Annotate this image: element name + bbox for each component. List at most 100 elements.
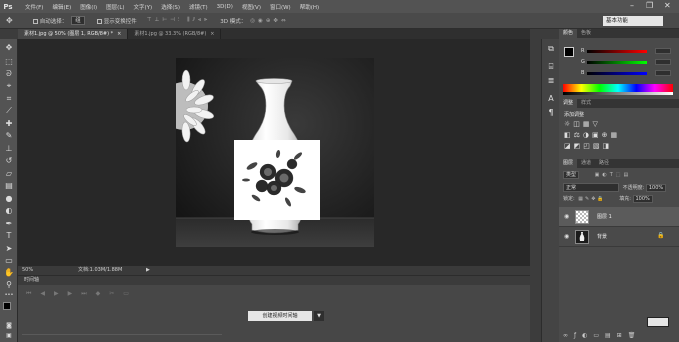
document-canvas[interactable] — [160, 58, 374, 247]
checkbox-box[interactable] — [96, 18, 102, 24]
layer-bottom-icons[interactable]: ∞ƒ◐▭▤⊞🗑 — [563, 332, 641, 339]
healing-brush-icon[interactable]: ✚ — [3, 119, 15, 128]
gradient-icon[interactable]: ▤ — [3, 181, 15, 190]
pen-tool-icon[interactable]: ✒ — [3, 219, 15, 228]
menu-file[interactable]: 文件(F) — [25, 3, 43, 11]
layer-thumbnail — [575, 230, 589, 244]
eraser-icon[interactable]: ▱ — [3, 169, 15, 178]
tab-adjustments[interactable]: 调整 — [559, 99, 578, 108]
layer-row-2[interactable]: ◉ 背景 🔒 — [559, 227, 679, 247]
restore-icon[interactable]: ❐ — [646, 1, 653, 10]
tab-document-2[interactable]: 素材1.jpg @ 33.3% (RGB/8#) × — [128, 29, 222, 39]
character-icon[interactable]: ⌸ — [545, 61, 557, 73]
fill-field[interactable]: 100% — [632, 195, 653, 203]
green-value-field[interactable] — [655, 59, 671, 65]
menu-filter[interactable]: 滤镜(T) — [189, 3, 208, 11]
red-track[interactable] — [587, 50, 647, 53]
zoom-tool-icon[interactable]: ⚲ — [3, 280, 15, 289]
minimize-icon[interactable]: – — [630, 1, 634, 10]
tab-styles[interactable]: 样式 — [577, 99, 595, 108]
opacity-field[interactable]: 100% — [645, 184, 667, 192]
tab-paths[interactable]: 路径 — [595, 159, 613, 168]
create-video-timeline-button[interactable]: 创建视频时间轴 — [248, 311, 312, 321]
lock-icons[interactable]: ▦✎✥🔒 — [578, 196, 605, 202]
floral-pattern-layer[interactable] — [234, 140, 320, 220]
hand-tool-icon[interactable]: ✋ — [3, 268, 15, 277]
tab-label: 素材1.jpg @ 33.3% (RGB/8#) — [134, 31, 207, 37]
type-tool-icon[interactable]: T — [3, 231, 15, 240]
chevron-right-icon[interactable]: ▶ — [146, 266, 150, 275]
history-brush-icon[interactable]: ↺ — [3, 156, 15, 165]
eye-icon[interactable]: ◉ — [564, 213, 569, 220]
align-icons[interactable]: ⊤⊥⊢⊣⫶ ⫼⫽⫷⫸ — [147, 17, 210, 24]
fill-label: 填充: — [619, 196, 631, 202]
layer-kind-dropdown[interactable]: 类型 — [563, 171, 580, 179]
menu-layer[interactable]: 图层(L) — [106, 3, 124, 11]
zoom-level[interactable]: 50% — [22, 266, 33, 275]
menu-type[interactable]: 文字(Y) — [134, 3, 153, 11]
layer-filter-icons[interactable]: ▣◐T⬚▤ — [595, 172, 632, 178]
more-tools-icon[interactable]: ••• — [3, 291, 15, 300]
auto-select-dropdown[interactable]: 组 — [71, 16, 85, 25]
menu-image[interactable]: 图像(I) — [80, 3, 97, 11]
playback-controls-icons[interactable]: ⏮◀▶▶⏭◆✂▭ — [26, 290, 138, 298]
menu-3d[interactable]: 3D(D) — [217, 4, 233, 10]
history-icon[interactable]: ⧉ — [545, 43, 557, 55]
menu-select[interactable]: 选择(S) — [161, 3, 180, 11]
eye-icon[interactable]: ◉ — [564, 233, 569, 240]
adjustment-icons-row-1[interactable]: ☼◫▦▽ — [564, 120, 601, 128]
foreground-color-swatch[interactable] — [3, 302, 11, 310]
foreground-color-swatch[interactable] — [564, 47, 574, 57]
clone-stamp-icon[interactable]: ⊥ — [3, 144, 15, 153]
move-tool-icon[interactable]: ✥ — [3, 43, 15, 52]
close-icon[interactable]: ✕ — [664, 1, 671, 10]
tab-document-1[interactable]: 素材1.jpg @ 50% (图层 1, RGB/8#) * × — [18, 29, 129, 39]
marquee-tool-icon[interactable]: ⬚ — [3, 57, 15, 66]
blend-mode-dropdown[interactable]: 正常 — [563, 183, 619, 192]
red-value-field[interactable] — [655, 48, 671, 54]
brush-tool-icon[interactable]: ✎ — [3, 131, 15, 140]
menu-help[interactable]: 帮助(H) — [300, 3, 319, 11]
adjustment-icons-row-3[interactable]: ◪◩◰▧◨ — [564, 142, 612, 150]
menu-view[interactable]: 视图(V) — [242, 3, 261, 11]
red-slider[interactable]: R — [581, 48, 677, 54]
show-transform-label: 显示变换控件 — [103, 18, 137, 25]
path-select-icon[interactable]: ➤ — [3, 244, 15, 253]
blue-slider[interactable]: B — [581, 70, 677, 76]
blur-icon[interactable]: ● — [3, 194, 15, 203]
close-icon[interactable]: × — [117, 31, 121, 37]
layer-row-1[interactable]: ◉ 图层 1 — [559, 207, 679, 227]
chevron-down-icon[interactable]: ▼ — [314, 311, 324, 321]
tab-color[interactable]: 颜色 — [559, 29, 578, 38]
quick-mask-icon[interactable]: ◙ — [3, 321, 15, 330]
tab-swatches[interactable]: 色板 — [577, 29, 595, 38]
menu-edit[interactable]: 编辑(E) — [52, 3, 71, 11]
blue-track[interactable] — [587, 72, 647, 75]
paragraph-mark-icon[interactable]: ¶ — [545, 107, 557, 119]
tab-layers[interactable]: 图层 — [559, 159, 578, 168]
shape-tool-icon[interactable]: ▭ — [3, 256, 15, 265]
lasso-tool-icon[interactable]: ᘐ — [3, 69, 15, 78]
green-track[interactable] — [587, 61, 647, 64]
grayscale-ramp[interactable] — [563, 92, 673, 95]
screen-mode-icon[interactable]: ▣ — [3, 331, 15, 340]
blue-value-field[interactable] — [655, 70, 671, 76]
dodge-icon[interactable]: ◐ — [3, 206, 15, 215]
menu-window[interactable]: 窗口(W) — [270, 3, 291, 11]
green-slider[interactable]: G — [581, 59, 677, 65]
3d-mode-icons[interactable]: ◎◉⊕✥⇔ — [250, 18, 288, 24]
close-icon[interactable]: × — [210, 31, 214, 37]
show-transform-checkbox[interactable]: 显示变换控件 — [96, 17, 137, 25]
quick-select-icon[interactable]: ⌖ — [3, 81, 15, 90]
checkbox-box[interactable] — [32, 18, 38, 24]
adjustment-icons-row-2[interactable]: ◧⚖◑▣⊕▦ — [564, 131, 620, 139]
move-tool-preset-icon[interactable]: ✥ — [6, 16, 13, 25]
paragraph-icon[interactable]: ≣ — [545, 75, 557, 87]
auto-select-checkbox[interactable]: 自动选择： — [32, 17, 67, 25]
tab-channels[interactable]: 通道 — [577, 159, 595, 168]
eyedropper-icon[interactable]: ⟋ — [3, 106, 15, 115]
text-panel-icon[interactable]: A — [545, 93, 557, 105]
crop-tool-icon[interactable]: ⌗ — [3, 94, 15, 103]
color-spectrum-ramp[interactable] — [563, 84, 673, 92]
workspace-dropdown[interactable]: 基本功能 — [603, 16, 663, 26]
